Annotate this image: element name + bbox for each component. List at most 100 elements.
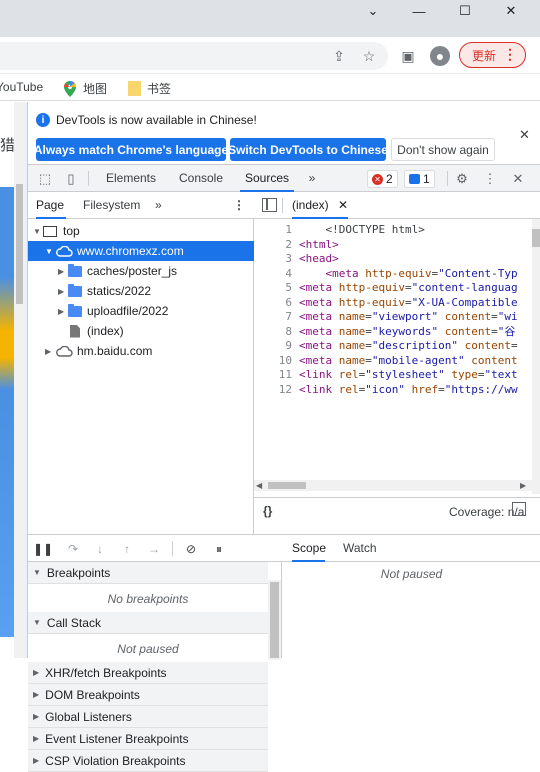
tree-item-domain[interactable]: ▼ www.chromexz.com — [28, 241, 254, 261]
inspect-element-icon[interactable]: ⬚ — [37, 171, 53, 187]
sources-navigator: Page Filesystem » ⋮ ▼ top ▼ www.chromexz… — [28, 192, 254, 534]
update-button[interactable]: 更新 ⋮ — [459, 42, 526, 68]
pause-on-exceptions-icon[interactable]: ⏸ — [210, 540, 228, 558]
expand-caret-icon: ▼ — [33, 226, 41, 236]
customize-menu-icon[interactable]: ⋮ — [482, 171, 498, 187]
maximize-icon[interactable]: ☐ — [442, 0, 488, 22]
editor-tab-index[interactable]: (index) ✕ — [292, 192, 349, 219]
section-breakpoints[interactable]: ▼ Breakpoints — [28, 562, 268, 584]
editor-horizontal-scroll-thumb[interactable] — [268, 482, 306, 489]
line-number[interactable]: 4 — [254, 267, 292, 282]
switch-to-chinese-button[interactable]: Switch DevTools to Chinese — [228, 138, 388, 161]
collapsed-caret-icon: ▶ — [58, 306, 65, 316]
line-number[interactable]: 1 — [254, 223, 292, 238]
editor-vertical-scrollbar[interactable] — [532, 219, 540, 494]
tree-item-folder[interactable]: ▶ statics/2022 — [28, 281, 254, 301]
tree-item-folder[interactable]: ▶ uploadfile/2022 — [28, 301, 254, 321]
tab-page[interactable]: Page — [36, 192, 66, 219]
always-match-language-button[interactable]: Always match Chrome's language — [34, 138, 228, 161]
step-over-icon[interactable]: ↷ — [64, 540, 82, 558]
code-token: = — [491, 324, 498, 338]
section-xhr-breakpoints[interactable]: ▶ XHR/fetch Breakpoints — [28, 662, 268, 684]
close-devtools-icon[interactable]: ✕ — [510, 171, 526, 187]
bookmark-youtube[interactable]: YouTube — [0, 80, 43, 94]
bookmark-star-icon[interactable]: ☆ — [359, 46, 379, 66]
line-number[interactable]: 7 — [254, 310, 292, 325]
cloud-icon — [56, 245, 73, 257]
debugger-scroll-thumb[interactable] — [270, 582, 279, 658]
tree-item-top[interactable]: ▼ top — [28, 221, 254, 241]
step-icon[interactable]: → — [145, 540, 163, 558]
code-area[interactable]: 1 <!DOCTYPE html> 2 <html> 3 <head> 4 <meta h… — [254, 219, 540, 491]
tab-scope[interactable]: Scope — [292, 535, 326, 562]
code-line: <meta name="description" content= — [299, 339, 529, 354]
section-global-listeners[interactable]: ▶ Global Listeners — [28, 706, 268, 728]
line-number[interactable]: 8 — [254, 325, 292, 340]
line-number[interactable]: 12 — [254, 383, 292, 398]
line-number[interactable]: 6 — [254, 296, 292, 311]
deactivate-breakpoints-icon[interactable]: ⊘ — [182, 540, 200, 558]
pretty-print-icon[interactable]: {} — [263, 504, 272, 518]
section-call-stack[interactable]: ▼ Call Stack — [28, 612, 268, 634]
section-dom-breakpoints[interactable]: ▶ DOM Breakpoints — [28, 684, 268, 706]
code-token: http-equiv — [338, 295, 405, 309]
line-number[interactable]: 3 — [254, 252, 292, 267]
profile-avatar-icon[interactable]: ● — [430, 46, 450, 66]
scroll-right-icon[interactable]: ▶ — [520, 481, 526, 490]
navigator-menu-icon[interactable]: ⋮ — [233, 192, 245, 219]
tree-item-folder[interactable]: ▶ caches/poster_js — [28, 261, 254, 281]
tab-console[interactable]: Console — [174, 165, 228, 192]
step-out-icon[interactable]: ↑ — [118, 540, 136, 558]
page-scrollbar-thumb[interactable] — [16, 184, 23, 304]
line-number[interactable]: 11 — [254, 368, 292, 383]
tab-watch[interactable]: Watch — [343, 535, 379, 562]
code-token: content — [457, 339, 511, 352]
bookmark-maps[interactable]: 地图 — [63, 80, 107, 97]
debugger-scrollbar[interactable] — [268, 580, 281, 660]
close-infobar-icon[interactable]: ✕ — [519, 127, 530, 143]
message-count-badge[interactable]: 1 — [404, 170, 435, 188]
pause-icon[interactable]: ❚❚ — [33, 540, 53, 558]
step-into-icon[interactable]: ↓ — [91, 540, 109, 558]
dont-show-again-button[interactable]: Don't show again — [391, 138, 495, 161]
tab-filesystem[interactable]: Filesystem — [83, 192, 141, 219]
device-toolbar-icon[interactable]: ▯ — [63, 171, 79, 187]
editor-horizontal-scrollbar[interactable]: ◀ ▶ — [254, 480, 532, 491]
more-tabs-icon[interactable]: » — [304, 165, 320, 192]
tree-item-domain[interactable]: ▶ hm.baidu.com — [28, 341, 254, 361]
tab-sources[interactable]: Sources — [240, 165, 294, 192]
code-token: <!DOCTYPE html> — [299, 223, 425, 236]
line-number[interactable]: 5 — [254, 281, 292, 296]
toggle-debugger-sidebar-icon[interactable] — [512, 502, 526, 516]
error-count-badge[interactable]: ✕ 2 — [367, 170, 398, 188]
side-panel-icon[interactable]: ▣ — [398, 46, 418, 66]
line-number[interactable]: 2 — [254, 238, 292, 253]
code-token: = — [491, 310, 498, 323]
toggle-navigator-icon[interactable] — [262, 198, 277, 212]
settings-gear-icon[interactable]: ⚙ — [454, 171, 470, 187]
section-csp-violation-breakpoints[interactable]: ▶ CSP Violation Breakpoints — [28, 750, 268, 772]
section-title: CSP Violation Breakpoints — [45, 753, 186, 768]
tree-label: top — [63, 224, 80, 238]
code-token: "content-languag — [411, 281, 518, 294]
share-icon[interactable]: ⇪ — [329, 46, 349, 66]
code-token: <link — [299, 382, 339, 396]
minimize-icon[interactable]: — — [396, 0, 442, 22]
menu-dots-icon[interactable]: ⋮ — [503, 46, 517, 63]
code-line: <meta http-equiv="X-UA-Compatible — [299, 296, 529, 311]
line-number[interactable]: 9 — [254, 339, 292, 354]
close-tab-icon[interactable]: ✕ — [338, 198, 348, 212]
navigator-more-icon[interactable]: » — [155, 192, 167, 219]
bookmark-folder[interactable]: 书签 — [128, 80, 171, 97]
line-number[interactable]: 10 — [254, 354, 292, 369]
editor-vertical-scroll-thumb[interactable] — [532, 229, 540, 247]
code-line: <!DOCTYPE html> — [299, 223, 529, 238]
tab-search-icon[interactable]: ⌄ — [350, 0, 396, 22]
section-event-listener-breakpoints[interactable]: ▶ Event Listener Breakpoints — [28, 728, 268, 750]
tree-item-file[interactable]: (index) — [28, 321, 254, 341]
tab-elements[interactable]: Elements — [102, 165, 160, 192]
collapsed-caret-icon: ▶ — [58, 286, 65, 296]
collapsed-caret-icon: ▶ — [33, 668, 40, 677]
scroll-left-icon[interactable]: ◀ — [256, 481, 262, 490]
close-window-icon[interactable]: ✕ — [488, 0, 534, 22]
